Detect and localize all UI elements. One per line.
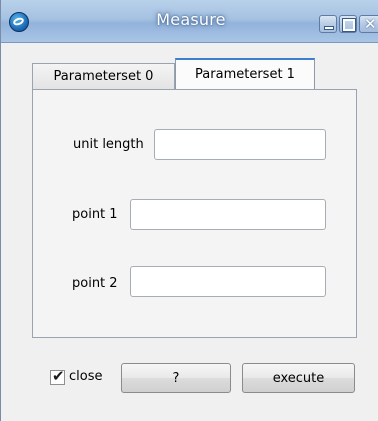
help-button[interactable]: ? xyxy=(121,363,231,393)
tab-panel: unit length point 1 point 2 xyxy=(32,89,357,338)
checkmark-icon: ✔ xyxy=(52,367,65,385)
tab-parameterset-1[interactable]: Parameterset 1 xyxy=(175,58,315,90)
close-checkbox-label[interactable]: close xyxy=(69,369,102,384)
close-checkbox[interactable]: ✔ xyxy=(50,367,65,385)
tab-parameterset-0[interactable]: Parameterset 0 xyxy=(32,63,175,90)
point-1-label: point 1 xyxy=(72,207,118,222)
app-logo-icon[interactable] xyxy=(9,12,29,32)
unit-length-field[interactable] xyxy=(154,129,326,160)
unit-length-label: unit length xyxy=(73,137,144,152)
minimize-icon[interactable] xyxy=(319,15,337,33)
close-icon[interactable]: ✕ xyxy=(359,15,378,33)
maximize-icon[interactable] xyxy=(339,15,357,33)
point-1-field[interactable] xyxy=(130,199,326,230)
point-2-field[interactable] xyxy=(130,266,326,297)
window-title: Measure xyxy=(156,10,226,29)
execute-button[interactable]: execute xyxy=(242,363,355,393)
measure-dialog: Measure ✕ Parameterset 0 Parameterset 1 … xyxy=(0,0,378,421)
close-glyph: ✕ xyxy=(364,15,377,33)
title-bar[interactable]: Measure ✕ xyxy=(1,0,378,43)
point-2-label: point 2 xyxy=(72,276,118,291)
